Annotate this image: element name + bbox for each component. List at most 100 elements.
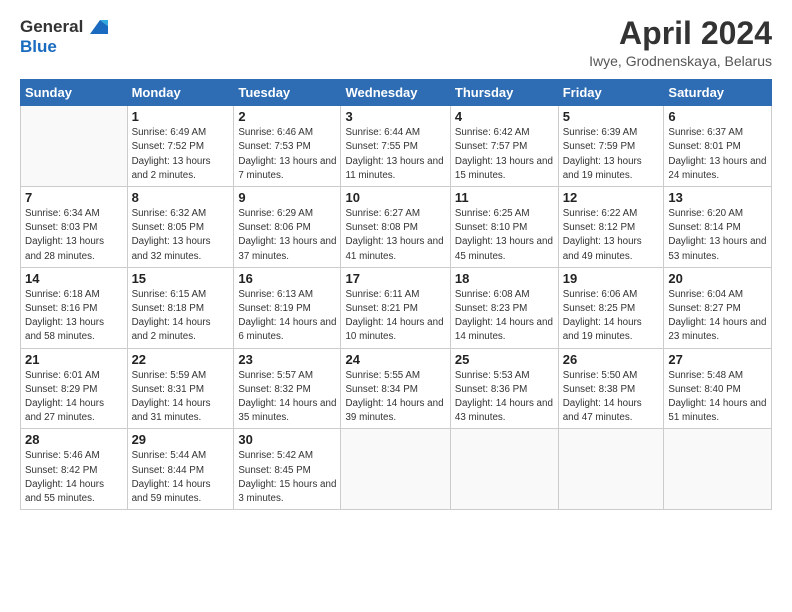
sunset-text: Sunset: 8:40 PM [668,383,767,397]
day-info: Sunrise: 6:13 AMSunset: 8:19 PMDaylight:… [238,288,336,345]
sunrise-text: Sunrise: 6:29 AM [238,207,336,221]
sunrise-text: Sunrise: 5:53 AM [455,369,554,383]
sunrise-text: Sunrise: 6:44 AM [345,126,445,140]
day-number: 6 [668,109,767,124]
column-header-sunday: Sunday [21,80,128,106]
daylight-text: Daylight: 14 hours and 35 minutes. [238,397,336,425]
week-row-2: 7 Sunrise: 6:34 AMSunset: 8:03 PMDaylight… [21,187,772,268]
sunrise-text: Sunrise: 6:22 AM [563,207,660,221]
sunset-text: Sunset: 8:14 PM [668,221,767,235]
day-info: Sunrise: 5:50 AMSunset: 8:38 PMDaylight:… [563,369,660,426]
sunset-text: Sunset: 8:06 PM [238,221,336,235]
sunrise-text: Sunrise: 6:37 AM [668,126,767,140]
sunset-text: Sunset: 8:31 PM [132,383,230,397]
header: General Blue April 2024 Iwye, Grodnenska… [20,16,772,69]
sunrise-text: Sunrise: 6:18 AM [25,288,123,302]
day-info: Sunrise: 6:32 AMSunset: 8:05 PMDaylight:… [132,207,230,264]
day-info: Sunrise: 6:34 AMSunset: 8:03 PMDaylight:… [25,207,123,264]
sunrise-text: Sunrise: 5:42 AM [238,449,336,463]
day-info: Sunrise: 5:59 AMSunset: 8:31 PMDaylight:… [132,369,230,426]
sunset-text: Sunset: 7:59 PM [563,140,660,154]
day-info: Sunrise: 6:22 AMSunset: 8:12 PMDaylight:… [563,207,660,264]
day-number: 13 [668,190,767,205]
calendar-cell: 25Sunrise: 5:53 AMSunset: 8:36 PMDayligh… [450,348,558,429]
logo-text-general: General [20,18,83,37]
daylight-text: Daylight: 14 hours and 31 minutes. [132,397,230,425]
sunrise-text: Sunrise: 6:06 AM [563,288,660,302]
calendar-cell: 27Sunrise: 5:48 AMSunset: 8:40 PMDayligh… [664,348,772,429]
calendar-cell: 20Sunrise: 6:04 AMSunset: 8:27 PMDayligh… [664,267,772,348]
sunrise-text: Sunrise: 6:01 AM [25,369,123,383]
calendar-cell: 4Sunrise: 6:42 AMSunset: 7:57 PMDaylight… [450,106,558,187]
day-info: Sunrise: 6:46 AMSunset: 7:53 PMDaylight:… [238,126,336,183]
sunset-text: Sunset: 7:57 PM [455,140,554,154]
sunset-text: Sunset: 8:32 PM [238,383,336,397]
sunset-text: Sunset: 8:29 PM [25,383,123,397]
day-number: 21 [25,352,123,367]
day-info: Sunrise: 6:49 AMSunset: 7:52 PMDaylight:… [132,126,230,183]
sunset-text: Sunset: 8:44 PM [132,464,230,478]
sunset-text: Sunset: 8:42 PM [25,464,123,478]
sunset-text: Sunset: 8:10 PM [455,221,554,235]
day-info: Sunrise: 6:18 AMSunset: 8:16 PMDaylight:… [25,288,123,345]
column-header-saturday: Saturday [664,80,772,106]
day-info: Sunrise: 6:01 AMSunset: 8:29 PMDaylight:… [25,369,123,426]
calendar-table: SundayMondayTuesdayWednesdayThursdayFrid… [20,79,772,510]
day-info: Sunrise: 5:57 AMSunset: 8:32 PMDaylight:… [238,369,336,426]
day-number: 2 [238,109,336,124]
sunset-text: Sunset: 7:52 PM [132,140,230,154]
calendar-cell: 8Sunrise: 6:32 AMSunset: 8:05 PMDaylight… [127,187,234,268]
daylight-text: Daylight: 13 hours and 58 minutes. [25,316,123,344]
calendar-cell: 18 Sunrise: 6:08 AMSunset: 8:23 PMDayligh… [450,267,558,348]
calendar-cell [21,106,128,187]
daylight-text: Daylight: 13 hours and 37 minutes. [238,235,336,263]
day-number: 14 [25,271,123,286]
column-header-tuesday: Tuesday [234,80,341,106]
calendar-cell [558,429,664,510]
daylight-text: Daylight: 13 hours and 49 minutes. [563,235,660,263]
calendar-title: April 2024 [589,16,772,51]
day-info: Sunrise: 6:29 AMSunset: 8:06 PMDaylight:… [238,207,336,264]
day-number: 18 [455,271,554,286]
calendar-cell: 6Sunrise: 6:37 AMSunset: 8:01 PMDaylight… [664,106,772,187]
sunset-text: Sunset: 8:03 PM [25,221,123,235]
day-info: Sunrise: 6:15 AMSunset: 8:18 PMDaylight:… [132,288,230,345]
day-info: Sunrise: 5:42 AMSunset: 8:45 PMDaylight:… [238,449,336,506]
sunset-text: Sunset: 8:27 PM [668,302,767,316]
day-info: Sunrise: 6:04 AMSunset: 8:27 PMDaylight:… [668,288,767,345]
calendar-cell: 17Sunrise: 6:11 AMSunset: 8:21 PMDayligh… [341,267,450,348]
day-number: 30 [238,432,336,447]
day-info: Sunrise: 6:06 AMSunset: 8:25 PMDaylight:… [563,288,660,345]
page: General Blue April 2024 Iwye, Grodnenska… [0,0,792,612]
calendar-cell [341,429,450,510]
day-info: Sunrise: 6:42 AMSunset: 7:57 PMDaylight:… [455,126,554,183]
sunrise-text: Sunrise: 6:11 AM [345,288,445,302]
day-info: Sunrise: 6:27 AMSunset: 8:08 PMDaylight:… [345,207,445,264]
day-info: Sunrise: 6:44 AMSunset: 7:55 PMDaylight:… [345,126,445,183]
day-number: 1 [132,109,230,124]
day-number: 5 [563,109,660,124]
sunset-text: Sunset: 7:55 PM [345,140,445,154]
daylight-text: Daylight: 13 hours and 11 minutes. [345,155,445,183]
day-info: Sunrise: 5:55 AMSunset: 8:34 PMDaylight:… [345,369,445,426]
day-info: Sunrise: 5:48 AMSunset: 8:40 PMDaylight:… [668,369,767,426]
calendar-cell: 22 Sunrise: 5:59 AMSunset: 8:31 PMDayligh… [127,348,234,429]
sunrise-text: Sunrise: 5:46 AM [25,449,123,463]
calendar-cell: 7 Sunrise: 6:34 AMSunset: 8:03 PMDaylight… [21,187,128,268]
sunrise-text: Sunrise: 6:04 AM [668,288,767,302]
sunset-text: Sunset: 8:18 PM [132,302,230,316]
daylight-text: Daylight: 13 hours and 24 minutes. [668,155,767,183]
sunset-text: Sunset: 8:38 PM [563,383,660,397]
day-number: 22 [132,352,230,367]
calendar-cell: 1 Sunrise: 6:49 AMSunset: 7:52 PMDaylight… [127,106,234,187]
day-number: 12 [563,190,660,205]
daylight-text: Daylight: 14 hours and 59 minutes. [132,478,230,506]
sunrise-text: Sunrise: 6:32 AM [132,207,230,221]
day-info: Sunrise: 6:08 AMSunset: 8:23 PMDaylight:… [455,288,554,345]
day-number: 11 [455,190,554,205]
day-number: 7 [25,190,123,205]
daylight-text: Daylight: 14 hours and 55 minutes. [25,478,123,506]
logo: General Blue [20,16,108,57]
sunrise-text: Sunrise: 5:44 AM [132,449,230,463]
daylight-text: Daylight: 14 hours and 27 minutes. [25,397,123,425]
